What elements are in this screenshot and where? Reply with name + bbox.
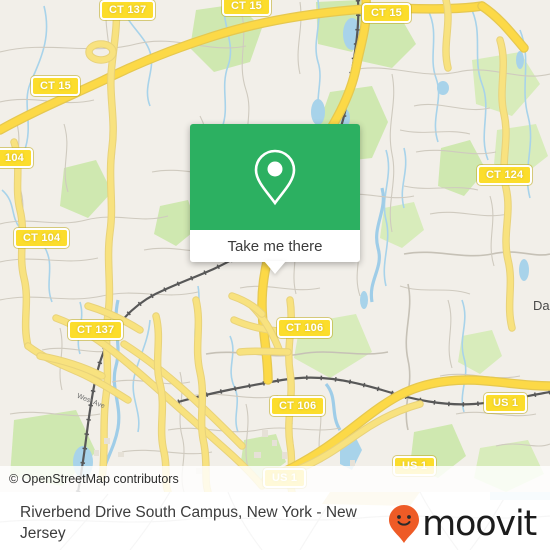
road-shield: CT 124: [477, 165, 533, 185]
road-shield: 104: [0, 148, 33, 168]
road-shield: CT 15: [362, 3, 411, 23]
moovit-map-screenshot: .wtr { fill:none; stroke:#a8d3ea; stroke…: [0, 0, 550, 550]
openstreetmap-attribution[interactable]: © OpenStreetMap contributors: [0, 472, 179, 486]
popup-pointer: [264, 261, 286, 274]
road-shield: CT 137: [68, 320, 124, 340]
location-popup-card[interactable]: Take me there: [190, 124, 360, 274]
road-shield: CT 137: [100, 0, 156, 20]
page-title: Riverbend Drive South Campus, New York -…: [20, 504, 357, 542]
road-shield: CT 15: [31, 76, 80, 96]
moovit-logo[interactable]: moovit: [388, 503, 537, 544]
take-me-there-button[interactable]: Take me there: [190, 230, 360, 274]
map-pin-icon: [254, 149, 296, 206]
take-me-there-label: Take me there: [227, 237, 323, 255]
road-shield: CT 104: [14, 228, 70, 248]
moovit-smiley-pin-icon: [389, 505, 420, 543]
popup-header: [190, 124, 360, 230]
road-shield: CT 106: [270, 396, 326, 416]
road-shield: CT 106: [277, 318, 333, 338]
attribution-bar: © OpenStreetMap contributors: [0, 466, 550, 492]
road-shield: US 1: [484, 393, 528, 413]
moovit-wordmark: moovit: [422, 503, 537, 544]
map-canvas[interactable]: .wtr { fill:none; stroke:#a8d3ea; stroke…: [0, 0, 550, 492]
road-shield: CT 15: [222, 0, 271, 16]
place-label: Da: [533, 298, 550, 313]
footer-bar: Riverbend Drive South Campus, New York -…: [0, 492, 550, 550]
